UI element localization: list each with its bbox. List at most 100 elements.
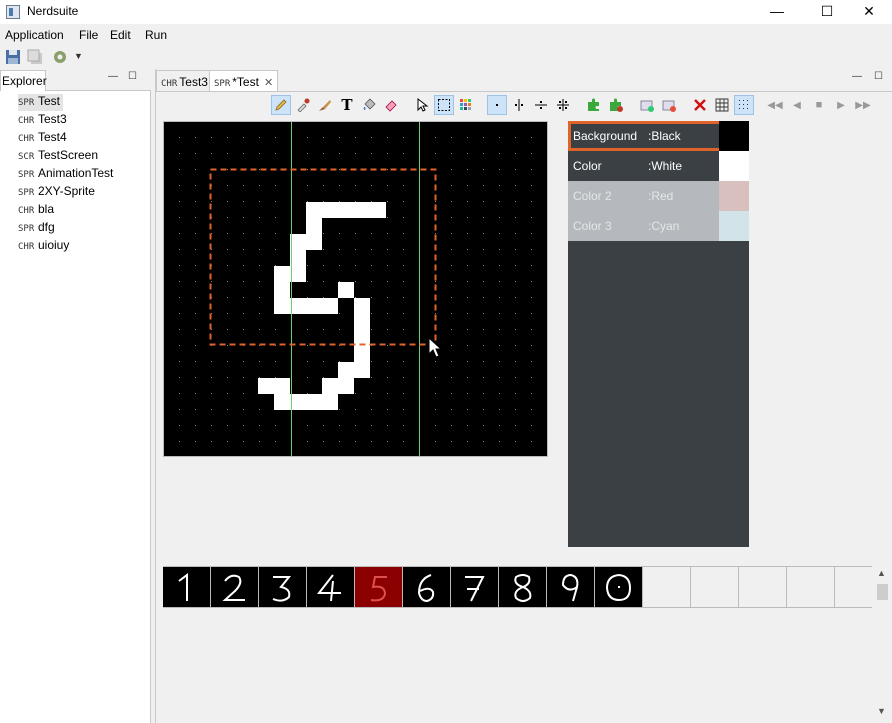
sprite-pixel: [338, 282, 354, 298]
mouse-cursor-icon: [428, 336, 443, 358]
tree-item-testscreen[interactable]: SCR TestScreen: [18, 148, 98, 165]
last-frame-icon[interactable]: ▶▶: [853, 95, 873, 115]
sprite-cell-10[interactable]: [595, 567, 643, 607]
play-icon[interactable]: ▶: [831, 95, 851, 115]
sprite-cell-11[interactable]: [643, 567, 691, 607]
mirror-vertical-icon[interactable]: [509, 95, 529, 115]
gear-icon[interactable]: [52, 49, 68, 65]
tree-item-dfg[interactable]: SPR dfg: [18, 220, 55, 237]
palette-row-color-2[interactable]: Color 2:Red: [568, 181, 749, 211]
tree-item-test3[interactable]: CHR Test3: [18, 112, 67, 129]
scrollbar-thumb[interactable]: [877, 584, 888, 600]
sprite-cell-3[interactable]: [259, 567, 307, 607]
save-icon[interactable]: [5, 49, 21, 65]
chevron-down-icon[interactable]: ▼: [74, 51, 83, 61]
sprite-cell-1[interactable]: [163, 567, 211, 607]
fill-tool-icon[interactable]: [359, 95, 379, 115]
eyedropper-tool-icon[interactable]: [293, 95, 313, 115]
sprite-cell-8[interactable]: [499, 567, 547, 607]
dot-grid-icon[interactable]: [734, 95, 754, 115]
scroll-down-icon[interactable]: ▼: [877, 706, 886, 716]
text-tool-icon[interactable]: T: [337, 95, 357, 115]
color-grid-icon[interactable]: [456, 95, 476, 115]
maximize-view-icon[interactable]: ☐: [128, 71, 137, 82]
menu-application[interactable]: Application: [5, 28, 64, 42]
grid-icon[interactable]: [712, 95, 732, 115]
palette-color-value: :White: [648, 159, 683, 173]
tree-item-test4[interactable]: CHR Test4: [18, 130, 67, 147]
maximize-button[interactable]: ☐: [804, 0, 850, 24]
sprite-cell-14[interactable]: [787, 567, 835, 607]
explorer-tab[interactable]: Explorer: [0, 70, 47, 91]
palette-swatch[interactable]: [719, 121, 749, 151]
item-label: dfg: [38, 220, 55, 234]
palette-swatch[interactable]: [719, 211, 749, 241]
item-label: bla: [38, 202, 55, 216]
select-arrow-icon[interactable]: [412, 95, 432, 115]
scroll-up-icon[interactable]: ▲: [877, 568, 886, 578]
item-kind: CHR: [18, 116, 35, 126]
clear-icon[interactable]: [690, 95, 710, 115]
minimize-button[interactable]: —: [754, 0, 800, 24]
close-button[interactable]: ✕: [846, 0, 892, 24]
menu-file[interactable]: File: [79, 28, 98, 42]
save-all-icon[interactable]: [27, 49, 43, 65]
puzzle-add-icon[interactable]: [584, 95, 604, 115]
tree-item-bla[interactable]: CHR bla: [18, 202, 54, 219]
palette-color-name: Background: [573, 129, 638, 143]
editor-minimize-icon[interactable]: —: [852, 71, 862, 82]
menu-run[interactable]: Run: [145, 28, 167, 42]
mirror-horizontal-icon[interactable]: [531, 95, 551, 115]
minimize-view-icon[interactable]: —: [108, 71, 118, 82]
canvas-dot-grid: [179, 137, 532, 442]
sprite-pixel: [274, 394, 338, 410]
sprite-cell-15[interactable]: [835, 567, 873, 607]
palette-color-name: Color: [573, 159, 602, 173]
mirror-both-icon[interactable]: [553, 95, 573, 115]
palette-row-color[interactable]: Color :White: [568, 151, 749, 181]
sprite-pixel: [258, 378, 290, 394]
palette-row-color-3[interactable]: Color 3:Cyan: [568, 211, 749, 241]
palette-swatch[interactable]: [719, 181, 749, 211]
sprite-cell-2[interactable]: [211, 567, 259, 607]
sprite-cell-6[interactable]: [403, 567, 451, 607]
palette-row-background[interactable]: Background:Black: [568, 121, 749, 151]
sprite-cell-5[interactable]: [355, 567, 403, 607]
add-sprite-icon[interactable]: [637, 95, 657, 115]
close-tab-icon[interactable]: ✕: [264, 77, 273, 89]
item-kind: SCR: [18, 152, 35, 162]
tree-item-test[interactable]: SPR Test: [18, 94, 64, 111]
sprite-cell-7[interactable]: [451, 567, 499, 607]
tree-item-animationtest[interactable]: SPR AnimationTest: [18, 166, 113, 183]
sprite-thumbnail: [465, 576, 485, 602]
puzzle-remove-icon[interactable]: [606, 95, 626, 115]
sprite-pixel: [322, 378, 354, 394]
prev-frame-icon[interactable]: ◀: [787, 95, 807, 115]
item-label: TestScreen: [38, 148, 99, 162]
vertical-scrollbar[interactable]: ▲ ▼: [872, 566, 892, 723]
sprite-canvas[interactable]: [163, 121, 548, 457]
first-frame-icon[interactable]: ◀◀: [765, 95, 785, 115]
brush-tool-icon[interactable]: [315, 95, 335, 115]
sprite-cell-13[interactable]: [739, 567, 787, 607]
selection-marquee: [209, 168, 437, 346]
remove-sprite-icon[interactable]: [659, 95, 679, 115]
palette-swatch[interactable]: [719, 151, 749, 181]
pixel-canvas[interactable]: [164, 122, 548, 457]
tree-item-uioiuy[interactable]: CHR uioiuy: [18, 238, 69, 255]
tab-test3[interactable]: CHR Test3: [156, 70, 213, 91]
editor-toolbar: T ◀◀ ◀ ■ ▶ ▶▶: [271, 95, 891, 117]
tree-item-2xy-sprite[interactable]: SPR 2XY-Sprite: [18, 184, 95, 201]
marquee-select-icon[interactable]: [434, 95, 454, 115]
sprite-cell-4[interactable]: [307, 567, 355, 607]
sprite-cell-12[interactable]: [691, 567, 739, 607]
editor-maximize-icon[interactable]: ☐: [874, 71, 883, 82]
eraser-tool-icon[interactable]: [381, 95, 401, 115]
pencil-tool-icon[interactable]: [271, 95, 291, 115]
tab-test[interactable]: SPR *Test ✕: [209, 70, 279, 91]
no-mirror-icon[interactable]: [487, 95, 507, 115]
sprite-pixel: [306, 218, 322, 234]
sprite-cell-9[interactable]: [547, 567, 595, 607]
menu-edit[interactable]: Edit: [110, 28, 131, 42]
stop-icon[interactable]: ■: [809, 95, 829, 115]
